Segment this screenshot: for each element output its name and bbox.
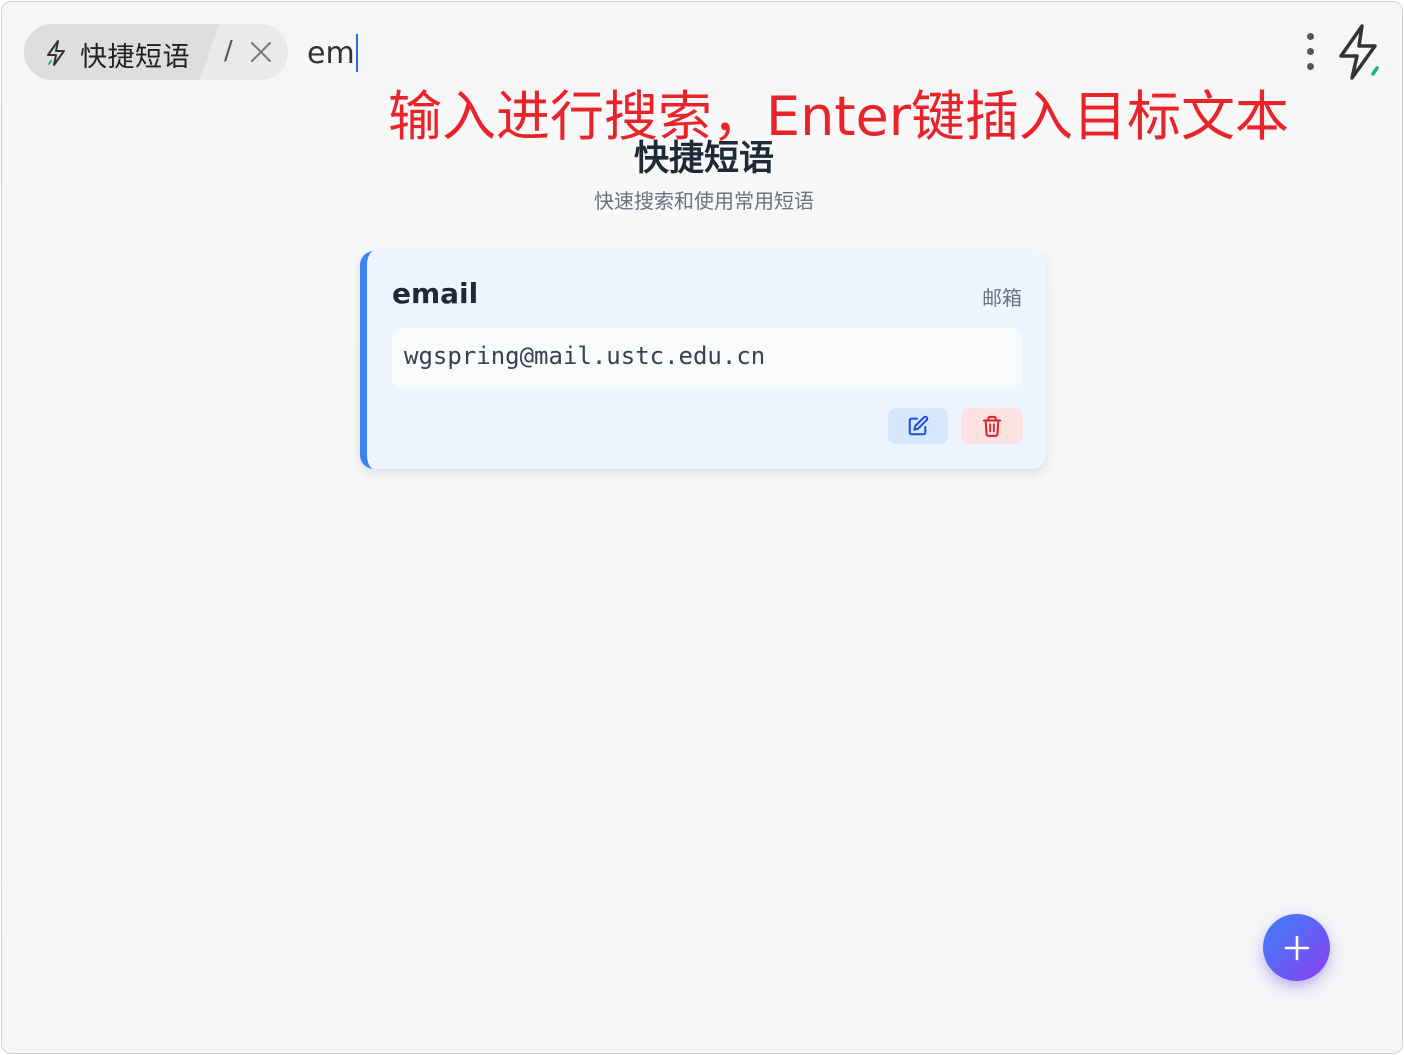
page-title: 快捷短语	[633, 139, 774, 179]
phrase-content[interactable]: wgspring@mail.ustc.edu.cn	[392, 328, 1022, 388]
text-caret	[356, 34, 358, 72]
page-subtitle: 快速搜索和使用常用短语	[594, 189, 814, 213]
trash-icon	[982, 415, 1002, 437]
app-logo-icon	[1339, 24, 1379, 80]
edit-icon	[908, 415, 929, 436]
add-phrase-button[interactable]	[1263, 914, 1330, 981]
plugin-chip-label: 快捷短语	[80, 42, 190, 73]
plugin-chip-separator: /	[224, 36, 233, 66]
more-vertical-icon[interactable]	[1302, 30, 1320, 74]
app-window: 快捷短语 / 输入进行搜索，Enter键插入目标文本 快捷短语 快速搜索和使用常…	[1, 1, 1403, 1054]
phrase-card[interactable]: email 邮箱 wgspring@mail.ustc.edu.cn	[360, 251, 1046, 469]
plugin-chip[interactable]: 快捷短语 /	[24, 24, 288, 80]
edit-button[interactable]	[888, 408, 948, 444]
plus-icon	[1284, 935, 1309, 960]
delete-button[interactable]	[961, 408, 1023, 444]
search-input[interactable]	[307, 30, 1207, 76]
phrase-title: email	[392, 277, 479, 310]
phrase-tag: 邮箱	[982, 286, 1022, 310]
close-icon[interactable]	[250, 41, 272, 63]
lightning-bolt-icon	[47, 40, 65, 66]
